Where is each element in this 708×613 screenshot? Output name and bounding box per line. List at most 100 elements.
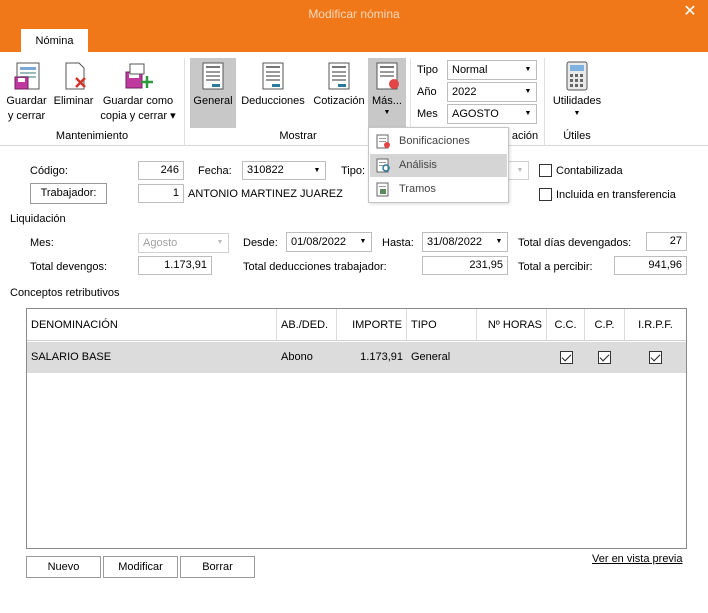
table-row[interactable]: SALARIO BASE Abono 1.173,91 General (27, 342, 686, 373)
col-importe[interactable]: IMPORTE (337, 309, 407, 341)
tipo-select-value: Normal (452, 64, 488, 76)
cc-checkbox[interactable] (560, 351, 573, 364)
mes-field[interactable]: Agosto ▼ (138, 233, 229, 253)
calculator-icon (566, 61, 588, 91)
mes-label: Mes: (30, 237, 54, 249)
irpf-checkbox[interactable] (649, 351, 662, 364)
transferencia-checkbox[interactable] (539, 188, 552, 201)
more-options-icon (376, 62, 399, 90)
total-deducciones-field[interactable]: 231,95 (422, 256, 508, 275)
cell-horas (477, 342, 547, 373)
ribbon-separator (544, 58, 545, 146)
analisis-icon (376, 158, 390, 173)
deducciones-label: Deducciones (241, 95, 305, 107)
utilidades-button[interactable]: Utilidades ▼ (549, 58, 605, 128)
anio-selector-label: Año (417, 86, 437, 98)
save-icon (14, 62, 39, 90)
modificar-button[interactable]: Modificar (103, 556, 178, 578)
guardar-copia-button[interactable]: Guardar como copia y cerrar ▾ (98, 58, 178, 128)
total-percibir-field[interactable]: 941,96 (614, 256, 687, 275)
hasta-field[interactable]: 31/08/2022 ▼ (422, 232, 508, 252)
liquidacion-header: Liquidación (10, 213, 66, 225)
col-irpf[interactable]: I.R.P.F. (625, 309, 686, 341)
menu-item-label: Análisis (399, 159, 437, 171)
codigo-field[interactable]: 246 (138, 161, 184, 180)
menu-item-label: Tramos (399, 183, 436, 195)
tipo-label: Tipo: (341, 165, 366, 177)
delete-document-icon (65, 62, 86, 90)
conceptos-table[interactable]: DENOMINACIÓN AB./DED. IMPORTE TIPO Nº HO… (26, 308, 687, 549)
col-denominacion[interactable]: DENOMINACIÓN (27, 309, 277, 341)
contabilizada-label: Contabilizada (556, 165, 623, 177)
general-label: General (193, 95, 233, 107)
save-copy-icon (125, 63, 153, 89)
borrar-button[interactable]: Borrar (180, 556, 255, 578)
ribbon: Guardar y cerrar Eliminar Guardar como c… (0, 52, 708, 146)
total-devengos-field[interactable]: 1.173,91 (138, 256, 212, 275)
bonificaciones-icon (376, 134, 390, 149)
mas-dropdown-menu: Bonificaciones Análisis Tramos (368, 127, 509, 203)
conceptos-header: Conceptos retributivos (10, 287, 120, 299)
total-percibir-label: Total a percibir: (518, 261, 593, 273)
mes-select[interactable]: AGOSTO ▼ (447, 104, 537, 124)
chevron-down-icon: ▼ (313, 167, 321, 174)
desde-field[interactable]: 01/08/2022 ▼ (286, 232, 372, 252)
col-tipo[interactable]: TIPO (407, 309, 477, 341)
dias-devengados-field[interactable]: 27 (646, 232, 687, 251)
vista-previa-link[interactable]: Ver en vista previa (592, 553, 683, 565)
eliminar-label: Eliminar (53, 95, 94, 107)
group-utiles: Útiles (563, 130, 591, 142)
total-devengos-label: Total devengos: (30, 261, 108, 273)
total-deducciones-label: Total deducciones trabajador: (243, 261, 387, 273)
eliminar-button[interactable]: Eliminar (51, 58, 96, 128)
col-ab-ded[interactable]: AB./DED. (277, 309, 337, 341)
nuevo-button[interactable]: Nuevo (26, 556, 101, 578)
col-cc[interactable]: C.C. (547, 309, 585, 341)
chevron-down-icon: ▼ (573, 110, 581, 117)
contabilizada-checkbox[interactable] (539, 164, 552, 177)
anio-select[interactable]: 2022 ▼ (447, 82, 537, 102)
fecha-value: 310822 (247, 164, 284, 176)
desde-value: 01/08/2022 (291, 236, 347, 248)
cotizacion-label: Cotización (313, 95, 365, 107)
menu-item-bonificaciones[interactable]: Bonificaciones (370, 130, 507, 153)
desde-label: Desde: (243, 237, 278, 249)
deducciones-icon (262, 62, 284, 90)
trabajador-name: ANTONIO MARTINEZ JUAREZ (188, 188, 343, 200)
tipo-select[interactable]: Normal ▼ (447, 60, 537, 80)
tipo-field[interactable]: ▼ (507, 161, 529, 180)
codigo-label: Código: (30, 165, 68, 177)
chevron-down-icon: ▼ (516, 167, 524, 174)
mas-label: Más... (372, 95, 402, 107)
chevron-down-icon: ▼ (495, 238, 503, 245)
cp-checkbox[interactable] (598, 351, 611, 364)
hasta-value: 31/08/2022 (427, 236, 483, 248)
table-header: DENOMINACIÓN AB./DED. IMPORTE TIPO Nº HO… (27, 309, 686, 341)
trabajador-id-field[interactable]: 1 (138, 184, 184, 203)
deducciones-button[interactable]: Deducciones (238, 58, 308, 128)
ribbon-separator (184, 58, 185, 146)
mes-selector-label: Mes (417, 108, 438, 120)
general-view-icon (202, 62, 224, 90)
guardar-cerrar-button[interactable]: Guardar y cerrar (4, 58, 49, 128)
menu-item-tramos[interactable]: Tramos (370, 178, 507, 201)
menu-item-analisis[interactable]: Análisis (370, 154, 507, 177)
group-mantenimiento: Mantenimiento (55, 130, 129, 142)
cotizacion-button[interactable]: Cotización (310, 58, 368, 128)
mas-button[interactable]: Más... ▼ (368, 58, 406, 132)
col-horas[interactable]: Nº HORAS (477, 309, 547, 341)
general-button[interactable]: General (190, 58, 236, 128)
tab-nomina[interactable]: Nómina (21, 29, 88, 53)
cell-ab-ded: Abono (281, 351, 313, 363)
fecha-label: Fecha: (198, 165, 232, 177)
menu-item-label: Bonificaciones (399, 135, 470, 147)
trabajador-button[interactable]: Trabajador: (30, 183, 107, 204)
chevron-down-icon: ▼ (383, 109, 391, 116)
chevron-down-icon: ▼ (359, 238, 367, 245)
guardar-copia-label: Guardar como copia y cerrar ▾ (100, 95, 176, 122)
fecha-field[interactable]: 310822 ▼ (242, 161, 326, 180)
group-liquidacion: ación (511, 130, 539, 142)
anio-select-value: 2022 (452, 86, 477, 98)
col-cp[interactable]: C.P. (585, 309, 625, 341)
close-icon[interactable]: ✕ (680, 3, 700, 23)
